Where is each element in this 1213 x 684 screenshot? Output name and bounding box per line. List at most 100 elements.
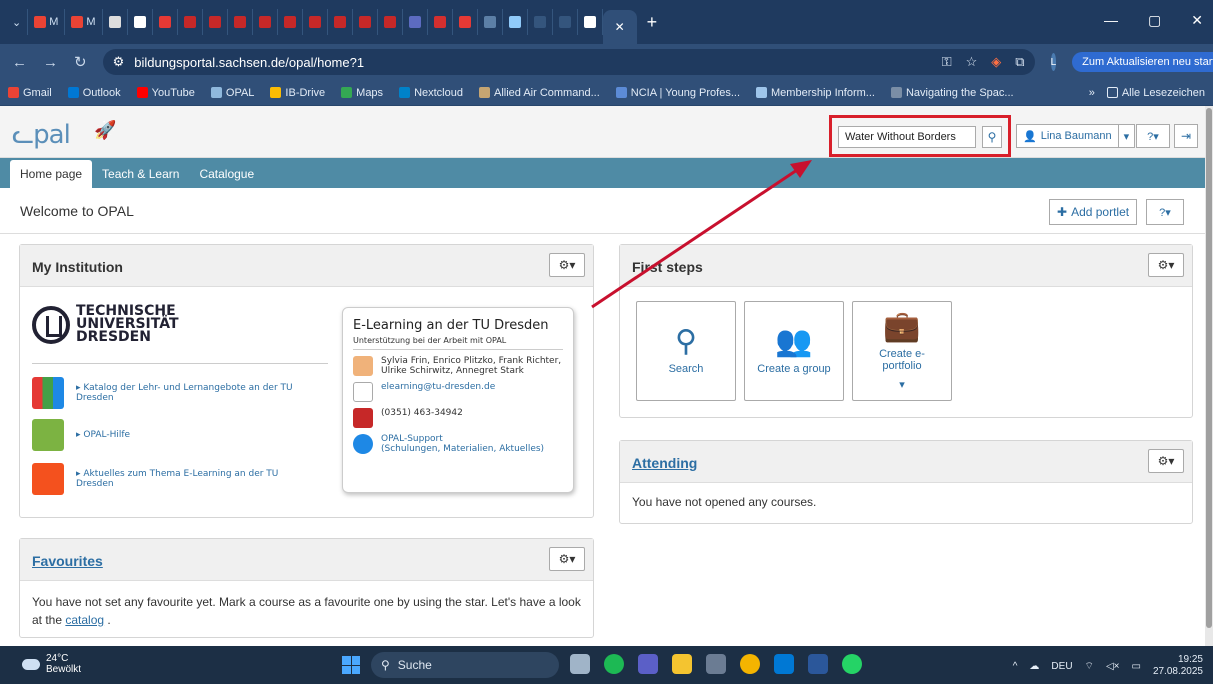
- bookmark-youtube[interactable]: YouTube: [136, 87, 195, 99]
- back-icon[interactable]: ←: [12, 54, 27, 71]
- chevron-up-icon[interactable]: ^: [1013, 661, 1018, 672]
- tile-create-group[interactable]: 👥 Create a group: [744, 301, 844, 401]
- tab-teach-learn[interactable]: Teach & Learn: [92, 160, 189, 188]
- browser-tab[interactable]: [378, 9, 403, 35]
- bookmark-ncia[interactable]: NCIA | Young Profes...: [615, 87, 740, 99]
- browser-tab[interactable]: [403, 9, 428, 35]
- bookmark-gmail[interactable]: Gmail: [8, 87, 52, 99]
- contact-email[interactable]: elearning@tu-dresden.de: [353, 382, 563, 402]
- minimize-icon[interactable]: —: [1104, 12, 1118, 29]
- portlet-title[interactable]: Attending: [632, 455, 697, 471]
- browser-tab[interactable]: [353, 9, 378, 35]
- search-input[interactable]: [838, 126, 976, 148]
- add-portlet-button[interactable]: ✚ Add portlet: [1049, 199, 1138, 225]
- taskbar-search[interactable]: ⚲ Suche: [371, 652, 559, 678]
- browser-tab[interactable]: [228, 9, 253, 35]
- update-button[interactable]: Zum Aktualisieren neu starten: [1072, 52, 1213, 72]
- catalog-link[interactable]: catalog: [65, 613, 104, 627]
- browser-tab[interactable]: [278, 9, 303, 35]
- chrome-icon[interactable]: [740, 654, 760, 674]
- contact-support[interactable]: OPAL-Support (Schulungen, Materialien, Ak…: [353, 434, 563, 454]
- logout-button[interactable]: ⇥: [1174, 124, 1198, 148]
- page-scrollbar[interactable]: [1205, 106, 1213, 646]
- browser-tab[interactable]: [253, 9, 278, 35]
- forward-icon[interactable]: →: [43, 54, 58, 71]
- help-menu-button[interactable]: ?▾: [1146, 199, 1184, 225]
- browser-tab[interactable]: [128, 9, 153, 35]
- whatsapp-icon[interactable]: [842, 654, 862, 674]
- tile-search[interactable]: ⚲ Search: [636, 301, 736, 401]
- tab-catalogue[interactable]: Catalogue: [189, 160, 264, 188]
- weather-widget[interactable]: 24°C Bewölkt: [22, 653, 81, 675]
- browser-tab[interactable]: [428, 9, 453, 35]
- spotify-icon[interactable]: [604, 654, 624, 674]
- opal-logo[interactable]: ᓚpal: [12, 120, 71, 150]
- new-tab-button[interactable]: +: [647, 12, 658, 33]
- browser-tab[interactable]: [478, 9, 503, 35]
- close-window-icon[interactable]: ✕: [1191, 12, 1203, 29]
- bookmark-nextcloud[interactable]: Nextcloud: [399, 87, 463, 99]
- network-icon[interactable]: ⌔: [1085, 660, 1094, 673]
- gear-icon[interactable]: ⚙▾: [549, 547, 585, 571]
- link-katalog[interactable]: ▸ Katalog der Lehr- und Lernangebote an …: [32, 377, 296, 409]
- site-info-icon[interactable]: ⚙: [113, 54, 125, 70]
- tile-create-eportfolio[interactable]: 💼 Create e-portfolio ▾: [852, 301, 952, 401]
- key-icon[interactable]: ⚿: [942, 54, 952, 70]
- tab-search-icon[interactable]: ⌄: [6, 9, 29, 35]
- browser-tab[interactable]: M: [65, 9, 103, 35]
- all-bookmarks[interactable]: Alle Lesezeichen: [1106, 87, 1205, 99]
- browser-tab[interactable]: [503, 9, 528, 35]
- gear-icon[interactable]: ⚙▾: [549, 253, 585, 277]
- bookmark-opal[interactable]: OPAL: [210, 87, 254, 99]
- clock[interactable]: 19:25 27.08.2025: [1153, 654, 1203, 678]
- cloud-tray-icon[interactable]: ☁: [1029, 661, 1039, 672]
- more-bookmarks-icon[interactable]: »: [1089, 87, 1095, 99]
- bookmark-membership[interactable]: Membership Inform...: [756, 87, 875, 99]
- bookmark-maps[interactable]: Maps: [341, 87, 383, 99]
- battery-icon[interactable]: ▭: [1131, 661, 1140, 672]
- bookmark-allied-air[interactable]: Allied Air Command...: [478, 87, 600, 99]
- portlet-title[interactable]: Favourites: [32, 553, 103, 569]
- maximize-icon[interactable]: ▢: [1148, 12, 1161, 29]
- tu-dresden-logo[interactable]: TECHNISCHE UNIVERSITÄT DRESDEN: [32, 304, 179, 344]
- browser-tab[interactable]: [578, 9, 603, 35]
- close-tab-icon[interactable]: ✕: [615, 20, 625, 34]
- browser-tab-active[interactable]: ✕: [602, 10, 637, 44]
- help-button[interactable]: ?▾: [1136, 124, 1170, 148]
- browser-tab[interactable]: [328, 9, 353, 35]
- volume-icon[interactable]: ◁×: [1106, 661, 1120, 672]
- bookmark-outlook[interactable]: Outlook: [67, 87, 121, 99]
- bookmark-ib-drive[interactable]: IB-Drive: [270, 87, 325, 99]
- browser-tab[interactable]: [528, 9, 553, 35]
- scrollbar-thumb[interactable]: [1206, 108, 1212, 628]
- browser-tab[interactable]: [553, 9, 578, 35]
- browser-tab[interactable]: [203, 9, 228, 35]
- windows-start-icon[interactable]: [342, 656, 360, 674]
- gear-icon[interactable]: ⚙▾: [1148, 449, 1184, 473]
- search-icon[interactable]: ⚲: [982, 126, 1002, 148]
- browser-tab[interactable]: [303, 9, 328, 35]
- link-opal-hilfe[interactable]: ▸ OPAL-Hilfe: [32, 419, 130, 451]
- browser-tab[interactable]: [153, 9, 178, 35]
- browser-tab[interactable]: M: [28, 9, 66, 35]
- outlook-icon[interactable]: [774, 654, 794, 674]
- word-icon[interactable]: [808, 654, 828, 674]
- url-bar[interactable]: ⚙ bildungsportal.sachsen.de/opal/home?1 …: [102, 49, 1035, 75]
- reload-icon[interactable]: ↻: [74, 53, 87, 71]
- browser-tab[interactable]: [103, 9, 128, 35]
- calculator-icon[interactable]: [706, 654, 726, 674]
- bookmark-navigating[interactable]: Navigating the Spac...: [890, 87, 1014, 99]
- teams-icon[interactable]: [638, 654, 658, 674]
- tab-home-page[interactable]: Home page: [10, 160, 93, 188]
- user-menu[interactable]: 👤 Lina Baumann ▾: [1016, 124, 1136, 148]
- file-explorer-icon[interactable]: [672, 654, 692, 674]
- chevron-down-icon[interactable]: ▾: [1119, 130, 1135, 143]
- profile-avatar[interactable]: L: [1050, 53, 1057, 71]
- link-aktuelles[interactable]: ▸ Aktuelles zum Thema E-Learning an der …: [32, 463, 296, 495]
- extension-icon[interactable]: ◈: [991, 54, 1001, 70]
- puzzle-icon[interactable]: ⧉: [1015, 54, 1024, 70]
- gear-icon[interactable]: ⚙▾: [1148, 253, 1184, 277]
- browser-tab[interactable]: [453, 9, 478, 35]
- task-view-icon[interactable]: [570, 654, 590, 674]
- browser-tab[interactable]: [178, 9, 203, 35]
